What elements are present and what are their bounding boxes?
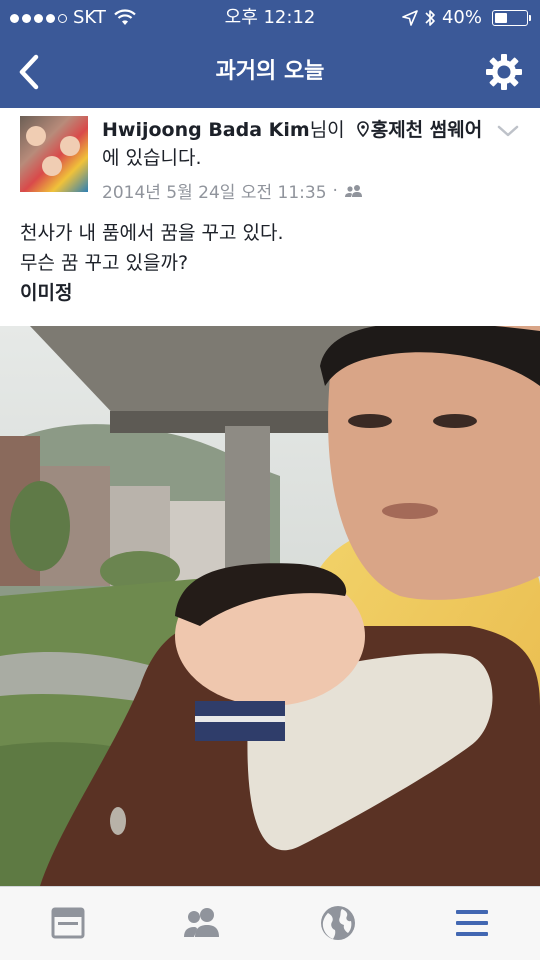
tab-friends[interactable] [180,903,224,943]
battery-percent: 40% [441,7,482,28]
post-text-line: 천사가 내 품에서 꿈을 꾸고 있다. [20,222,284,244]
post-text: 천사가 내 품에서 꿈을 꾸고 있다. 무슨 꿈 꾸고 있을까? 이미정 [20,218,283,308]
friends-icon [344,184,362,197]
settings-button[interactable] [484,52,524,92]
tab-notifications[interactable] [316,903,360,943]
bluetooth-icon [425,10,435,26]
location-arrow-icon [402,10,418,26]
friends-icon [184,908,219,937]
map-pin-icon [356,121,369,138]
tagged-person[interactable]: 이미정 [20,278,283,308]
meta-separator: · [332,180,338,201]
tab-news-feed[interactable] [46,903,90,943]
author-suffix: 님이 [309,119,345,141]
avatar[interactable] [20,116,88,192]
page-title: 과거의 오늘 [215,59,325,84]
gear-icon [486,54,522,90]
author-name[interactable]: Hwijoong Bada Kim [102,119,310,141]
location-link[interactable]: 홍제천 썸웨어 [371,119,483,141]
post-text-line: 무슨 꿈 꾸고 있을까? [20,252,189,274]
post-meta: 2014년 5월 24일 오전 11:35 · [102,178,364,203]
header-bar: SKT 오후 12:12 40% 과거의 오늘 [0,0,540,108]
chevron-down-icon[interactable] [496,124,520,138]
status-bar: SKT 오후 12:12 40% [0,0,540,36]
location-suffix: 에 있습니다. [102,147,202,169]
bottom-tab-bar [0,886,540,960]
post-photo[interactable] [0,326,540,886]
post-header-line: Hwijoong Bada Kim님이 홍제천 썸웨어에 있습니다. [102,116,492,172]
news-feed-icon [51,907,85,939]
globe-icon [321,906,355,940]
photo-illustration [0,326,540,886]
memory-post: Hwijoong Bada Kim님이 홍제천 썸웨어에 있습니다. 2014년… [0,108,540,326]
tab-menu[interactable] [450,903,494,943]
battery-icon [492,10,531,26]
navigation-bar: 과거의 오늘 [0,36,540,108]
menu-icon [456,910,488,936]
post-timestamp[interactable]: 2014년 5월 24일 오전 11:35 [102,178,327,203]
